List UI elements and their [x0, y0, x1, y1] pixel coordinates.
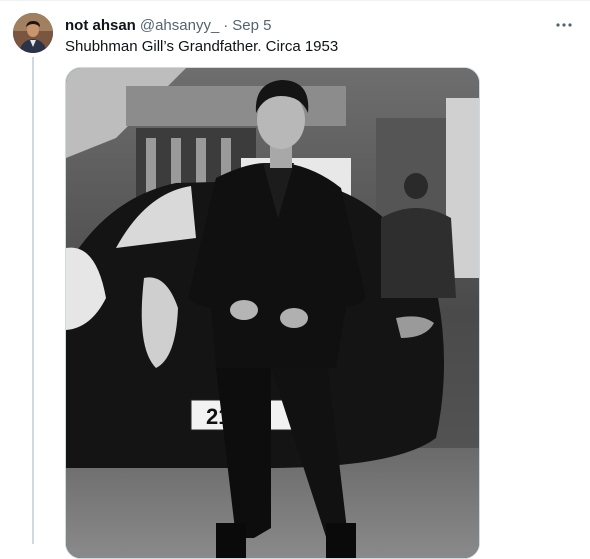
tweet-date[interactable]: Sep 5	[232, 17, 271, 34]
display-name[interactable]: not ahsan	[65, 17, 136, 34]
more-horizontal-icon	[556, 23, 572, 27]
user-handle[interactable]: @ahsanyy_	[140, 17, 219, 34]
more-button[interactable]	[550, 13, 578, 37]
thread-line	[32, 57, 34, 544]
tweet-photo[interactable]: 21 NU	[65, 67, 480, 559]
tweet-text: Shubhman Gill’s Grandfather. Circa 1953	[65, 38, 339, 55]
tweet-header: not ahsan @ahsanyy_ · Sep 5	[65, 15, 272, 35]
separator-dot: ·	[223, 16, 229, 34]
top-divider	[0, 0, 590, 1]
avatar[interactable]	[13, 13, 53, 53]
